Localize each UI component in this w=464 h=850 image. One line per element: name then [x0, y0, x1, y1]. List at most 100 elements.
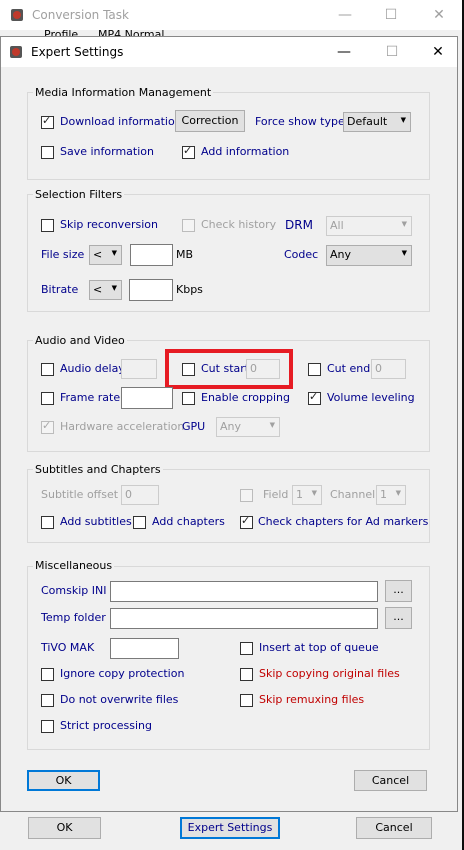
field-value: 1 [296, 488, 303, 501]
bitrate-input[interactable] [129, 279, 173, 301]
drm-label: DRM [285, 218, 313, 232]
maximize-icon[interactable]: ☐ [376, 0, 406, 30]
bitrate-operator-select[interactable]: < ▼ [89, 280, 122, 300]
dialog-cancel-button[interactable]: Cancel [354, 770, 427, 791]
group-media-info [27, 92, 430, 180]
enable-cropping-label[interactable]: Enable cropping [201, 391, 290, 404]
codec-select[interactable]: Any ▼ [326, 245, 412, 266]
group-media-info-legend: Media Information Management [33, 86, 214, 99]
do-not-overwrite-checkbox[interactable] [41, 694, 54, 707]
tivo-mak-label: TiVO MAK [41, 641, 95, 654]
check-history-checkbox [182, 219, 195, 232]
add-subtitles-label[interactable]: Add subtitles [60, 515, 132, 528]
insert-top-checkbox[interactable] [240, 642, 253, 655]
skip-reconversion-checkbox[interactable] [41, 219, 54, 232]
audio-delay-label[interactable]: Audio delay [60, 362, 125, 375]
temp-folder-browse-button[interactable]: ... [385, 607, 412, 629]
force-show-type-value: Default [347, 115, 388, 128]
file-size-input[interactable] [130, 244, 173, 266]
field-checkbox [240, 489, 253, 502]
close-icon[interactable]: ✕ [424, 0, 454, 30]
strict-processing-checkbox[interactable] [41, 720, 54, 733]
dialog-minimize-icon[interactable]: — [329, 37, 359, 67]
add-subtitles-checkbox[interactable] [41, 516, 54, 529]
subtitle-offset-input: 0 [121, 485, 159, 505]
check-chapters-label[interactable]: Check chapters for Ad markers [258, 515, 428, 528]
volume-leveling-label[interactable]: Volume leveling [327, 391, 415, 404]
group-miscellaneous-legend: Miscellaneous [33, 559, 115, 572]
add-information-label[interactable]: Add information [201, 145, 289, 158]
group-audio-video-legend: Audio and Video [33, 334, 127, 347]
comskip-ini-input[interactable] [110, 581, 378, 602]
add-chapters-checkbox[interactable] [133, 516, 146, 529]
save-information-label[interactable]: Save information [60, 145, 154, 158]
skip-copying-label[interactable]: Skip copying original files [259, 667, 400, 680]
strict-processing-label[interactable]: Strict processing [60, 719, 152, 732]
add-chapters-label[interactable]: Add chapters [152, 515, 225, 528]
force-show-type-label: Force show type [255, 115, 345, 128]
cut-start-input: 0 [246, 359, 280, 379]
audio-delay-checkbox[interactable] [41, 363, 54, 376]
file-size-operator-select[interactable]: < ▼ [89, 245, 122, 265]
channel-value: 1 [380, 488, 387, 501]
hardware-acceleration-label: Hardware acceleration [60, 420, 185, 433]
dialog-app-icon [9, 45, 23, 59]
frame-rate-input[interactable] [121, 387, 173, 409]
download-information-checkbox[interactable] [41, 114, 54, 129]
skip-copying-checkbox[interactable] [240, 668, 253, 681]
check-history-label: Check history [201, 218, 277, 231]
bg-window-title: Conversion Task [32, 8, 129, 22]
bg-expert-settings-button[interactable]: Expert Settings [180, 817, 280, 839]
frame-rate-label[interactable]: Frame rate [60, 391, 120, 404]
chevron-down-icon: ▼ [111, 284, 117, 292]
temp-folder-label: Temp folder [41, 611, 106, 624]
mb-unit-label: MB [176, 248, 194, 261]
minimize-icon[interactable]: — [330, 0, 360, 30]
cut-end-label[interactable]: Cut end [327, 362, 370, 375]
correction-button[interactable]: Correction [175, 110, 245, 132]
frame-rate-checkbox[interactable] [41, 392, 54, 405]
force-show-type-select[interactable]: Default ▼ [343, 112, 411, 132]
drm-select: All ▼ [326, 216, 412, 236]
audio-delay-input [121, 359, 157, 379]
dialog-close-icon[interactable]: ✕ [423, 37, 453, 67]
ignore-copy-protection-checkbox[interactable] [41, 668, 54, 681]
chevron-down-icon: ▼ [269, 421, 275, 429]
field-select: 1 ▼ [292, 485, 322, 505]
enable-cropping-checkbox[interactable] [182, 392, 195, 405]
kbps-unit-label: Kbps [176, 283, 203, 296]
comskip-ini-label: Comskip INI [41, 584, 107, 597]
cut-end-checkbox[interactable] [308, 363, 321, 376]
chevron-down-icon: ▼ [400, 116, 406, 124]
save-information-checkbox[interactable] [41, 146, 54, 159]
gpu-value: Any [220, 420, 242, 433]
check-chapters-checkbox[interactable] [240, 514, 253, 529]
chevron-down-icon: ▼ [401, 249, 407, 257]
dialog-ok-button[interactable]: OK [27, 770, 100, 791]
insert-top-label[interactable]: Insert at top of queue [259, 641, 379, 654]
download-information-label[interactable]: Download information [60, 115, 182, 128]
app-icon [10, 8, 24, 22]
chevron-down-icon: ▼ [111, 249, 117, 257]
tivo-mak-input[interactable] [110, 638, 179, 659]
add-information-checkbox[interactable] [182, 144, 195, 159]
bitrate-operator-value: < [93, 283, 103, 296]
ignore-copy-protection-label[interactable]: Ignore copy protection [60, 667, 184, 680]
comskip-browse-button[interactable]: ... [385, 580, 412, 602]
codec-value: Any [330, 248, 352, 261]
dialog-title: Expert Settings [31, 45, 124, 59]
gpu-label: GPU [182, 420, 206, 433]
cut-start-label[interactable]: Cut start [201, 362, 249, 375]
skip-remuxing-label[interactable]: Skip remuxing files [259, 693, 364, 706]
bg-ok-button[interactable]: OK [28, 817, 101, 839]
cut-start-checkbox[interactable] [182, 363, 195, 376]
temp-folder-input[interactable] [110, 608, 378, 629]
do-not-overwrite-label[interactable]: Do not overwrite files [60, 693, 178, 706]
bg-cancel-button[interactable]: Cancel [356, 817, 432, 839]
gpu-select: Any ▼ [216, 417, 280, 437]
chevron-down-icon: ▼ [395, 489, 401, 497]
volume-leveling-checkbox[interactable] [308, 390, 321, 405]
skip-reconversion-label[interactable]: Skip reconversion [60, 218, 158, 231]
skip-remuxing-checkbox[interactable] [240, 694, 253, 707]
group-selection-filters-legend: Selection Filters [33, 188, 125, 201]
